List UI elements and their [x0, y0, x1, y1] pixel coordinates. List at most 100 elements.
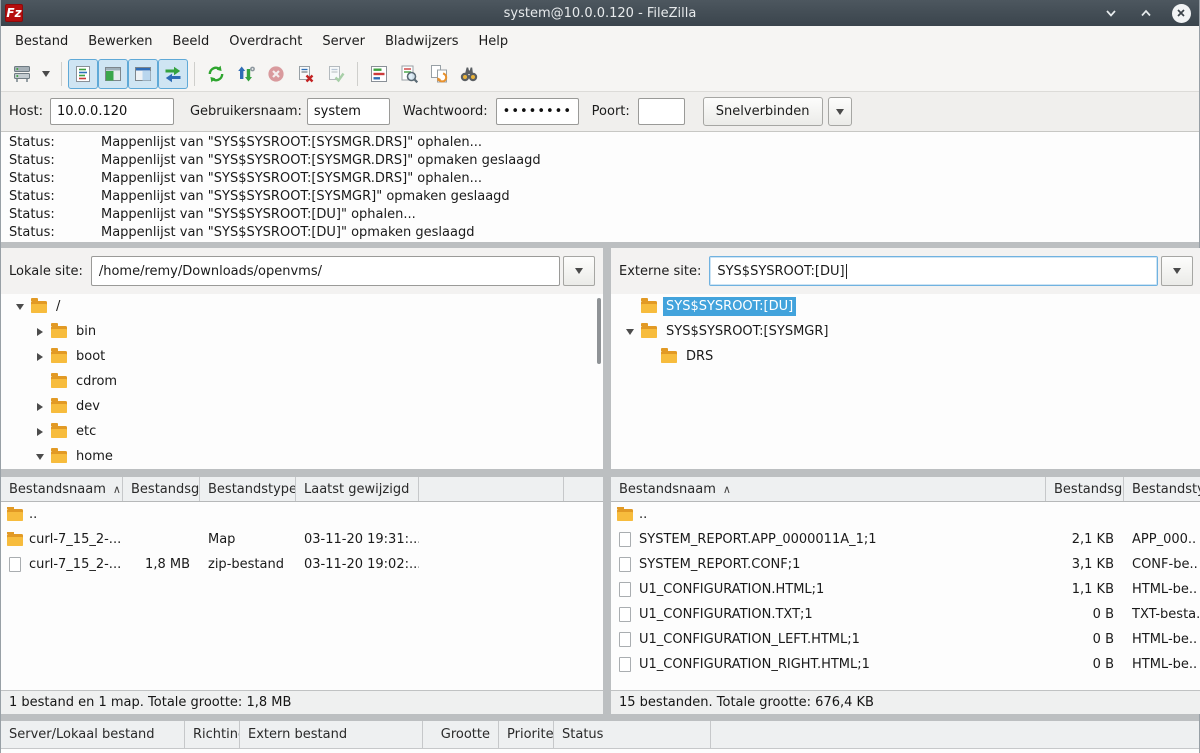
tree-item[interactable]: / [1, 294, 603, 319]
tree-item[interactable]: bin [1, 319, 603, 344]
file-icon [7, 509, 23, 521]
disconnect-button[interactable] [291, 59, 321, 89]
close-button[interactable] [1171, 3, 1191, 23]
queue-column-header[interactable]: Server/Lokaal bestand [1, 721, 185, 748]
refresh-button[interactable] [201, 59, 231, 89]
site-manager-button[interactable] [7, 59, 37, 89]
toggle-remote-tree-button[interactable] [128, 59, 158, 89]
menu-item[interactable]: Overdracht [219, 29, 312, 54]
text-caret [846, 264, 847, 279]
local-site-input[interactable]: /home/remy/Downloads/openvms/ [91, 256, 560, 286]
file-row[interactable]: U1_CONFIGURATION_LEFT.HTML;1 0 B HTML-be… [611, 627, 1200, 652]
file-name-cell: U1_CONFIGURATION_RIGHT.HTML;1 [611, 657, 1046, 672]
tree-item-label: dev [73, 397, 103, 416]
tree-item[interactable]: SYS$SYSROOT:[SYSMGR] [611, 319, 1200, 344]
file-row[interactable]: SYSTEM_REPORT.APP_0000011A_1;1 2,1 KB AP… [611, 527, 1200, 552]
column-header[interactable]: Bestandsgrootte [1046, 477, 1124, 501]
queue-column-header[interactable]: Status [554, 721, 711, 748]
folder-icon [51, 451, 67, 463]
maximize-button[interactable] [1136, 3, 1156, 23]
password-input[interactable] [496, 98, 579, 125]
file-row[interactable]: U1_CONFIGURATION.HTML;1 1,1 KB HTML-be.. [611, 577, 1200, 602]
find-files-button[interactable] [454, 59, 484, 89]
minimize-button[interactable] [1101, 3, 1121, 23]
tree-expander-icon[interactable] [29, 328, 51, 336]
remote-site-dropdown[interactable] [1161, 256, 1193, 286]
file-row[interactable]: .. [611, 502, 1200, 527]
menu-item[interactable]: Bewerken [78, 29, 162, 54]
cancel-button[interactable] [261, 59, 291, 89]
tree-scrollbar[interactable] [597, 298, 601, 364]
tree-item[interactable]: boot [1, 344, 603, 369]
column-header[interactable]: Bestandstype [1124, 477, 1200, 501]
column-header[interactable]: Laatst gewijzigd [296, 477, 419, 501]
toggle-local-tree-button[interactable] [98, 59, 128, 89]
site-manager-dropdown[interactable] [37, 59, 55, 89]
toggle-message-log-button[interactable] [68, 59, 98, 89]
folder-icon [661, 351, 677, 363]
synchronized-browsing-button[interactable] [424, 59, 454, 89]
column-header[interactable]: Bestandstype [200, 477, 296, 501]
tree-expander-icon[interactable] [9, 304, 31, 310]
column-header[interactable]: Bestandsnaam∧ [611, 477, 1046, 501]
file-row[interactable]: U1_CONFIGURATION.TXT;1 0 B TXT-besta. [611, 602, 1200, 627]
queue-column-header[interactable]: Prioriteit [499, 721, 554, 748]
message-log: Status: Mappenlijst van "SYS$SYSROOT:[SY… [1, 132, 1199, 242]
tree-item[interactable]: DRS [611, 344, 1200, 369]
filezilla-window: Fz system@10.0.0.120 - FileZilla Bestand… [0, 0, 1200, 753]
folder-icon [51, 376, 67, 388]
menu-item[interactable]: Server [312, 29, 375, 54]
file-row[interactable]: .. [1, 502, 603, 527]
refresh-icon [206, 64, 226, 84]
column-header[interactable]: Bestandsnaam∧ [1, 477, 123, 501]
process-queue-button[interactable] [231, 59, 261, 89]
tree-item[interactable]: etc [1, 419, 603, 444]
menu-item[interactable]: Bladwijzers [375, 29, 469, 54]
filter-button[interactable] [364, 59, 394, 89]
pane-splitter[interactable] [603, 248, 611, 714]
queue-splitter[interactable] [1, 714, 1199, 721]
directory-comparison-button[interactable] [394, 59, 424, 89]
tree-expander-icon[interactable] [619, 329, 641, 335]
toolbar-separator [61, 62, 62, 86]
menu-item[interactable]: Bestand [5, 29, 78, 54]
column-header[interactable]: Bestandsgrootte [123, 477, 200, 501]
local-site-dropdown[interactable] [563, 256, 595, 286]
file-row[interactable]: curl-7_15_2-... Map 03-11-20 19:31:... [1, 527, 603, 552]
tree-item[interactable]: cdrom [1, 369, 603, 394]
local-directory-tree: / bin boot [1, 294, 603, 469]
tree-item[interactable]: dev [1, 394, 603, 419]
log-line: Status: Mappenlijst van "SYS$SYSROOT:[SY… [9, 188, 1199, 206]
queue-column-header[interactable]: Richting [185, 721, 240, 748]
menu-item[interactable]: Beeld [162, 29, 219, 54]
remote-site-input[interactable]: SYS$SYSROOT:[DU] [709, 256, 1158, 286]
file-row[interactable]: SYSTEM_REPORT.CONF;1 3,1 KB CONF-be.. [611, 552, 1200, 577]
queue-column-label: Prioriteit [507, 727, 554, 742]
tree-expander-icon[interactable] [29, 403, 51, 411]
tree-expander-icon[interactable] [29, 454, 51, 460]
tree-item[interactable]: home [1, 444, 603, 469]
file-row[interactable]: curl-7_15_2-... 1,8 MB zip-bestand 03-11… [1, 552, 603, 577]
file-name-cell: curl-7_15_2-... [1, 532, 123, 547]
tree-list-splitter[interactable] [1, 469, 603, 477]
menu-item[interactable]: Help [469, 29, 519, 54]
reconnect-button[interactable] [321, 59, 351, 89]
host-input[interactable] [50, 98, 174, 125]
tree-expander-icon[interactable] [29, 428, 51, 436]
chevron-down-icon [836, 109, 844, 115]
quickconnect-button[interactable]: Snelverbinden [703, 97, 823, 126]
port-input[interactable] [638, 98, 685, 125]
log-line: Status: Mappenlijst van "SYS$SYSROOT:[DU… [9, 206, 1199, 224]
find-files-icon [459, 64, 479, 84]
tree-item[interactable]: SYS$SYSROOT:[DU] [611, 294, 1200, 319]
tree-expander-icon[interactable] [29, 353, 51, 361]
tree-list-splitter[interactable] [611, 469, 1200, 477]
file-row[interactable]: U1_CONFIGURATION_RIGHT.HTML;1 0 B HTML-b… [611, 652, 1200, 677]
column-header[interactable] [419, 477, 564, 501]
username-input[interactable] [307, 98, 390, 125]
quickconnect-dropdown[interactable] [828, 97, 852, 126]
queue-column-header[interactable]: Extern bestand [240, 721, 423, 748]
toggle-transfer-queue-button[interactable] [158, 59, 188, 89]
file-icon [7, 534, 23, 546]
queue-column-header[interactable]: Grootte [423, 721, 499, 748]
